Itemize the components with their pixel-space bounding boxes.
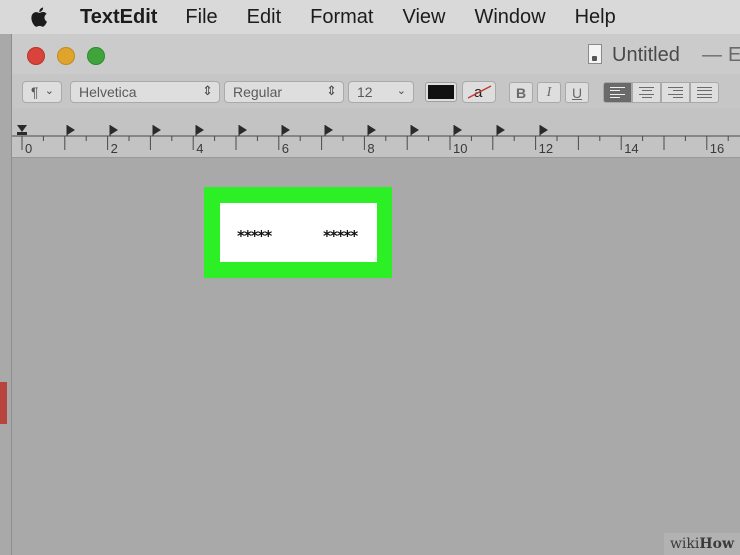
menu-view[interactable]: View bbox=[402, 6, 445, 29]
first-line-indent-marker bbox=[17, 132, 27, 135]
stepper-arrows-icon: ⇕ bbox=[202, 83, 213, 98]
tab-stop-marker bbox=[411, 125, 419, 135]
font-family-value: Helvetica bbox=[79, 84, 137, 100]
ruler-label: 8 bbox=[367, 141, 374, 156]
menu-help[interactable]: Help bbox=[575, 6, 616, 29]
align-justify-button[interactable] bbox=[690, 82, 719, 103]
ruler-label: 10 bbox=[453, 141, 467, 156]
menu-format[interactable]: Format bbox=[310, 6, 373, 29]
italic-button[interactable]: I bbox=[537, 82, 561, 103]
textedit-window: Untitled — Ed ¶ ⌄ Helvetica ⇕ Regular ⇕ … bbox=[11, 34, 740, 555]
apple-icon[interactable] bbox=[30, 5, 50, 29]
tab-stop-marker bbox=[282, 125, 290, 135]
tab-stop-marker bbox=[325, 125, 333, 135]
underline-button[interactable]: U bbox=[565, 82, 589, 103]
tab-stop-marker bbox=[239, 125, 247, 135]
format-toolbar: ¶ ⌄ Helvetica ⇕ Regular ⇕ 12 ⌄ a B I U bbox=[12, 74, 740, 108]
edited-status[interactable]: Ed bbox=[728, 44, 740, 67]
ruler-label: 12 bbox=[539, 141, 553, 156]
close-window-button[interactable] bbox=[27, 47, 45, 65]
indent-marker bbox=[17, 125, 27, 132]
align-center-button[interactable] bbox=[632, 82, 661, 103]
tab-stop-marker bbox=[110, 125, 118, 135]
zoom-window-button[interactable] bbox=[87, 47, 105, 65]
chevron-down-icon: ⌄ bbox=[44, 85, 54, 97]
title-bar[interactable]: Untitled — Ed bbox=[12, 34, 740, 74]
wikihow-watermark: wiki How bbox=[663, 533, 740, 555]
font-size-combo[interactable]: 12 ⌄ bbox=[348, 81, 414, 103]
background-window-edge bbox=[0, 382, 7, 424]
masked-text-left: ***** bbox=[237, 227, 272, 245]
font-size-value: 12 bbox=[357, 84, 373, 100]
masked-text-right: ***** bbox=[323, 227, 358, 245]
desktop-backdrop bbox=[0, 34, 11, 555]
align-justify-icon bbox=[697, 87, 712, 98]
font-style-value: Regular bbox=[233, 84, 283, 100]
ruler-label: 4 bbox=[196, 141, 203, 156]
ruler-label: 14 bbox=[624, 141, 638, 156]
text-color-well[interactable] bbox=[425, 82, 457, 102]
watermark-wiki: wiki bbox=[669, 536, 700, 552]
minimize-window-button[interactable] bbox=[57, 47, 75, 65]
align-left-button[interactable] bbox=[603, 82, 632, 103]
menu-bar: TextEdit File Edit Format View Window He… bbox=[0, 0, 740, 34]
align-center-icon bbox=[639, 87, 654, 98]
menu-file[interactable]: File bbox=[185, 6, 217, 29]
tab-stop-marker bbox=[497, 125, 505, 135]
font-style-select[interactable]: Regular ⇕ bbox=[224, 81, 344, 103]
highlight-color-well[interactable]: a bbox=[462, 81, 496, 103]
stepper-arrows-icon: ⇕ bbox=[326, 83, 337, 98]
tab-stop-marker bbox=[540, 125, 548, 135]
no-highlight-icon: a bbox=[467, 84, 492, 101]
menu-window[interactable]: Window bbox=[474, 6, 545, 29]
paragraph-icon: ¶ bbox=[31, 84, 39, 100]
ruler[interactable]: 0 2 4 6 8 10 12 14 16 bbox=[12, 108, 740, 158]
menu-edit[interactable]: Edit bbox=[247, 6, 281, 29]
ruler-label: 2 bbox=[111, 141, 118, 156]
tab-stop-marker bbox=[153, 125, 161, 135]
ruler-scale: 0 2 4 6 8 10 12 14 16 bbox=[12, 125, 740, 156]
align-right-icon bbox=[668, 87, 683, 98]
align-right-button[interactable] bbox=[661, 82, 690, 103]
menu-app-name[interactable]: TextEdit bbox=[80, 6, 157, 29]
font-family-select[interactable]: Helvetica ⇕ bbox=[70, 81, 220, 103]
tab-stop-marker bbox=[67, 125, 75, 135]
ruler-label: 6 bbox=[282, 141, 289, 156]
tab-stop-marker bbox=[368, 125, 376, 135]
tab-stop-marker bbox=[454, 125, 462, 135]
selected-text-region[interactable]: ***** ***** bbox=[220, 203, 377, 262]
watermark-how: How bbox=[699, 536, 734, 552]
bold-button[interactable]: B bbox=[509, 82, 533, 103]
chevron-down-icon: ⌄ bbox=[396, 85, 406, 97]
window-title: Untitled bbox=[612, 44, 680, 66]
ruler-label: 16 bbox=[710, 141, 724, 156]
document-icon[interactable] bbox=[588, 44, 602, 64]
align-left-icon bbox=[610, 87, 625, 98]
highlight-box: ***** ***** bbox=[204, 187, 392, 278]
tab-stop-marker bbox=[196, 125, 204, 135]
title-separator: — bbox=[702, 44, 722, 66]
paragraph-styles-button[interactable]: ¶ ⌄ bbox=[22, 81, 62, 103]
ruler-label: 0 bbox=[25, 141, 32, 156]
